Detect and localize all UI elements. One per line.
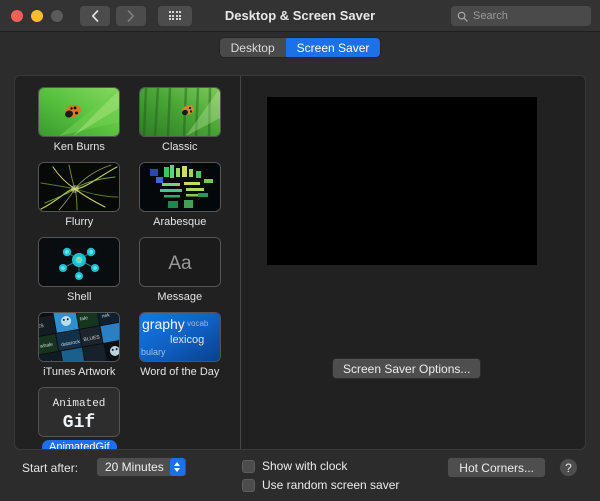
chevron-down-icon [174, 468, 180, 472]
thumbnail-arabesque [140, 163, 220, 211]
traffic-lights [11, 10, 63, 22]
start-after-value: 20 Minutes [105, 460, 170, 474]
animated-gif-line1: Animated [53, 398, 106, 410]
screen-saver-preview[interactable] [267, 97, 537, 265]
itunes-artwork-art: JES tale nek whale datarock BLUES sonic [39, 313, 119, 361]
forward-button [116, 6, 146, 26]
screen-saver-options-button[interactable]: Screen Saver Options... [332, 358, 481, 379]
screen-saver-item-ken-burns[interactable]: Ken Burns [29, 88, 130, 154]
thumbnail-itunes-artwork: JES tale nek whale datarock BLUES sonic [39, 313, 119, 361]
thumbnail-shell [39, 238, 119, 286]
preferences-window: Desktop & Screen Saver Search Desktop Sc… [0, 0, 600, 501]
screen-saver-label: Flurry [58, 215, 100, 229]
thumbnail-word-of-the-day: graphy vocab lexicog bulary [140, 313, 220, 361]
screen-saver-label: Ken Burns [47, 140, 112, 154]
search-placeholder: Search [473, 10, 508, 22]
tab-screen-saver[interactable]: Screen Saver [286, 38, 381, 57]
chevron-up-icon [174, 462, 180, 466]
help-button[interactable]: ? [559, 458, 578, 477]
word-of-the-day-art: graphy vocab lexicog bulary [140, 313, 220, 361]
thumbnail-message: Aa [140, 238, 220, 286]
preview-column: Screen Saver Options... [241, 76, 585, 449]
search-field[interactable]: Search [451, 6, 591, 26]
thumbnail-flurry [39, 163, 119, 211]
screen-saver-label: Message [150, 290, 209, 304]
show-all-button[interactable] [158, 6, 192, 26]
window-titlebar: Desktop & Screen Saver Search [0, 0, 600, 32]
message-aa-text: Aa [168, 253, 192, 274]
screen-saver-item-arabesque[interactable]: Arabesque [130, 163, 231, 229]
use-random-screen-saver-row[interactable]: Use random screen saver [242, 478, 399, 492]
screen-saver-label: iTunes Artwork [36, 365, 122, 379]
tab-desktop[interactable]: Desktop [220, 38, 286, 57]
arabesque-art [140, 163, 220, 211]
screen-saver-item-shell[interactable]: Shell [29, 238, 130, 304]
navigation-buttons [80, 6, 146, 26]
thumbnail-animated-gif: Animated Gif [39, 388, 119, 436]
screen-saver-item-flurry[interactable]: Flurry [29, 163, 130, 229]
hot-corners-button[interactable]: Hot Corners... [447, 457, 546, 478]
use-random-screen-saver-checkbox[interactable] [242, 479, 255, 492]
bottom-bar: Start after: 20 Minutes Show with clock … [14, 455, 586, 495]
main-panel: Ken Burns [14, 75, 586, 450]
animated-gif-line2: Gif [63, 413, 95, 433]
svg-text:graphy: graphy [142, 316, 185, 332]
classic-art [140, 88, 220, 136]
screen-saver-item-itunes-artwork[interactable]: JES tale nek whale datarock BLUES sonic [29, 313, 130, 379]
thumbnail-ken-burns [39, 88, 119, 136]
animated-gif-art: Animated Gif [39, 388, 119, 436]
search-icon [457, 11, 468, 22]
close-button[interactable] [11, 10, 23, 22]
screen-saver-label: Classic [155, 140, 204, 154]
show-with-clock-label: Show with clock [262, 459, 347, 473]
show-with-clock-row[interactable]: Show with clock [242, 459, 347, 473]
flurry-art [39, 163, 119, 211]
screen-saver-list[interactable]: Ken Burns [15, 76, 241, 449]
use-random-screen-saver-label: Use random screen saver [262, 478, 399, 492]
zoom-button [51, 10, 63, 22]
shell-art [39, 238, 119, 286]
screen-saver-label: Word of the Day [133, 365, 226, 379]
svg-text:vocab: vocab [187, 319, 209, 328]
screen-saver-label: AnimatedGif [42, 440, 117, 450]
chevron-right-icon [127, 10, 135, 22]
start-after-popup[interactable]: 20 Minutes [96, 457, 187, 477]
screen-saver-item-animated-gif[interactable]: Animated Gif AnimatedGif [29, 388, 130, 450]
svg-text:lexicog: lexicog [170, 334, 204, 346]
thumbnail-classic [140, 88, 220, 136]
show-with-clock-checkbox[interactable] [242, 460, 255, 473]
screen-saver-grid: Ken Burns [15, 86, 240, 450]
segmented-control: Desktop Screen Saver [220, 38, 381, 57]
start-after-label: Start after: [22, 461, 78, 475]
screen-saver-item-classic[interactable]: Classic [130, 88, 231, 154]
screen-saver-item-word-of-the-day[interactable]: graphy vocab lexicog bulary Word of the … [130, 313, 231, 379]
minimize-button[interactable] [31, 10, 43, 22]
start-after-stepper[interactable] [170, 458, 185, 476]
ken-burns-art [39, 88, 119, 136]
tab-bar: Desktop Screen Saver [0, 32, 600, 63]
svg-text:bulary: bulary [141, 347, 166, 357]
back-button[interactable] [80, 6, 110, 26]
screen-saver-item-message[interactable]: Aa Message [130, 238, 231, 304]
message-art: Aa [140, 238, 220, 286]
chevron-left-icon [91, 10, 99, 22]
grid-icon [169, 11, 182, 20]
screen-saver-label: Shell [60, 290, 98, 304]
screen-saver-label: Arabesque [146, 215, 213, 229]
